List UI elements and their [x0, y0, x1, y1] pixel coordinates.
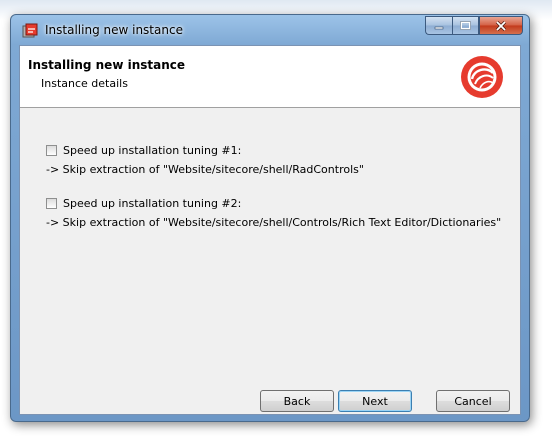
installer-window: Installing new instance Installing new i… [10, 14, 530, 422]
option-tuning-1: Speed up installation tuning #1: -> Skip… [46, 142, 364, 176]
sitecore-logo-icon [461, 56, 503, 98]
tuning-2-checkbox[interactable] [46, 197, 57, 209]
tuning-1-label[interactable]: Speed up installation tuning #1: [63, 144, 241, 157]
option-tuning-2: Speed up installation tuning #2: -> Skip… [46, 195, 501, 229]
close-button[interactable] [479, 16, 523, 35]
app-icon [22, 23, 38, 38]
maximize-icon [460, 21, 471, 30]
tuning-2-detail: -> Skip extraction of "Website/sitecore/… [46, 216, 502, 229]
close-icon [495, 20, 507, 31]
caption-buttons [425, 16, 523, 35]
window-title: Installing new instance [45, 23, 183, 37]
cancel-button[interactable]: Cancel [436, 390, 510, 412]
minimize-icon [434, 26, 444, 29]
tuning-1-checkbox[interactable] [46, 144, 57, 156]
wizard-header: Installing new instance Instance details [20, 46, 520, 108]
dialog-client-area: Installing new instance Instance details… [19, 45, 521, 415]
tuning-1-detail: -> Skip extraction of "Website/sitecore/… [46, 163, 364, 176]
tuning-2-label[interactable]: Speed up installation tuning #2: [63, 197, 241, 210]
back-button[interactable]: Back [260, 390, 334, 412]
maximize-button[interactable] [452, 16, 479, 35]
title-bar[interactable]: Installing new instance [11, 15, 529, 45]
next-button[interactable]: Next [338, 390, 412, 412]
wizard-subtitle: Instance details [41, 77, 128, 90]
wizard-title: Installing new instance [28, 58, 186, 72]
minimize-button[interactable] [425, 16, 452, 35]
